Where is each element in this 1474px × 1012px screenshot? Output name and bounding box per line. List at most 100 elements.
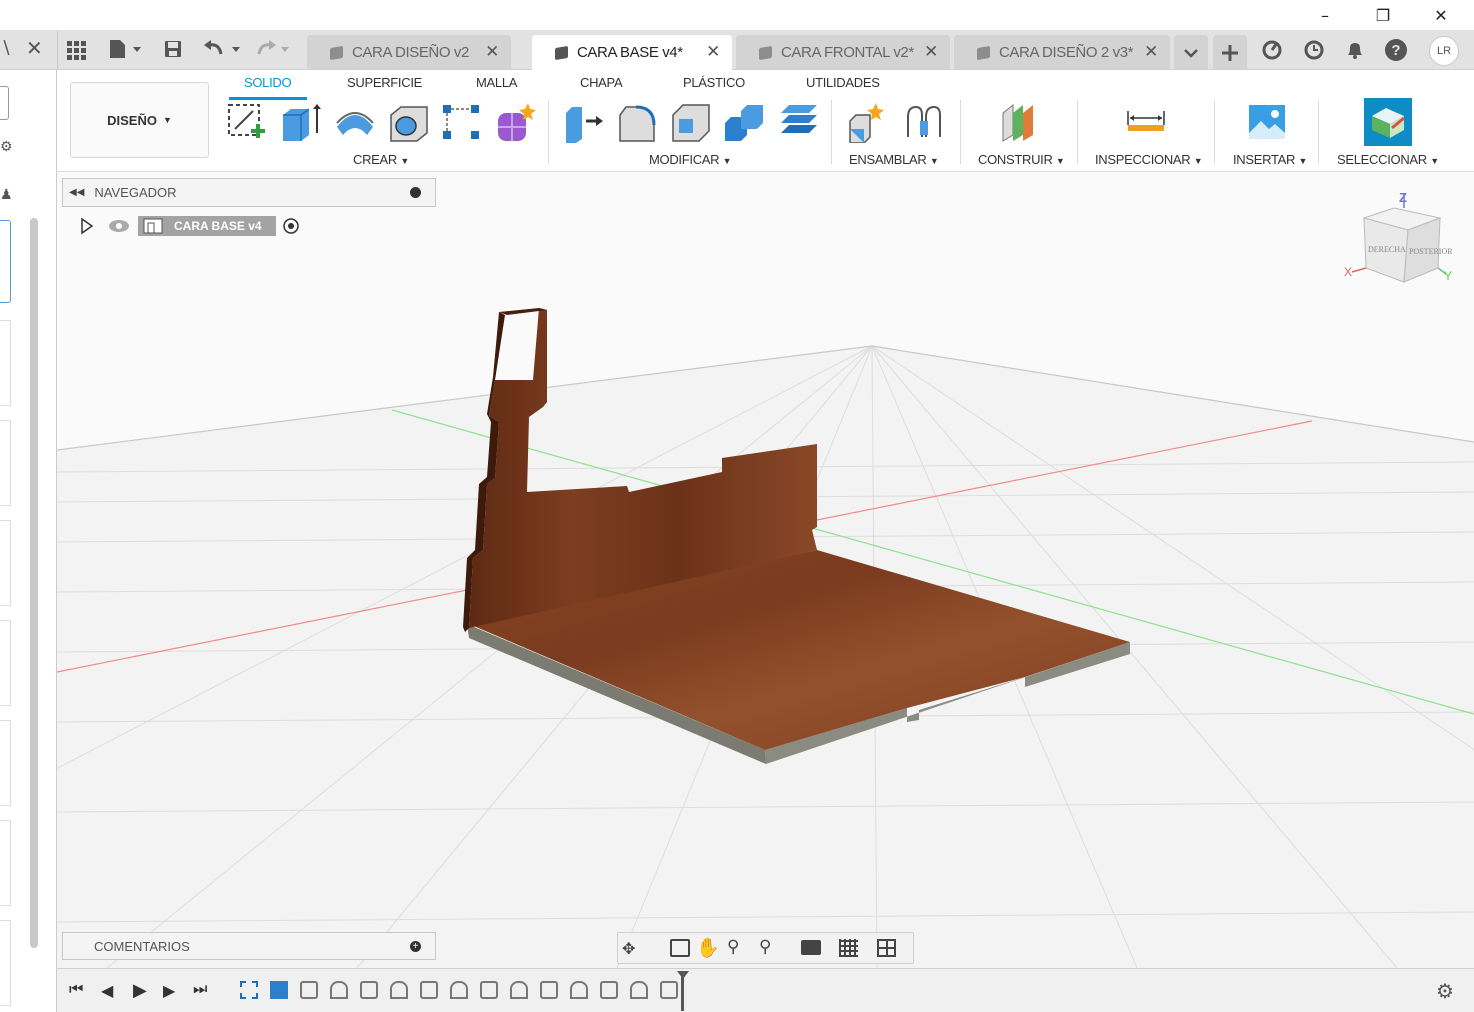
tab-malla[interactable]: MALLA — [476, 75, 517, 90]
tab-cara-diseno-v2[interactable]: CARA DISEÑO v2 ✕ — [307, 35, 511, 70]
group-select[interactable]: SELECCIONAR ▼ — [1337, 152, 1439, 167]
fit-zoom-icon[interactable]: ⚲ — [759, 937, 771, 957]
close-icon[interactable]: ✕ — [706, 42, 720, 62]
panel-item[interactable] — [0, 320, 11, 406]
tab-cara-diseno-2-v3[interactable]: CARA DISEÑO 2 v3* ✕ — [954, 35, 1170, 70]
timeline-marker-handle[interactable] — [677, 971, 689, 979]
group-modify[interactable]: MODIFICAR ▼ — [649, 152, 731, 167]
hole-icon[interactable] — [387, 101, 431, 143]
timeline-feature-icon[interactable] — [360, 981, 378, 999]
look-at-icon[interactable] — [670, 939, 690, 957]
step-back-icon[interactable]: ◀ — [101, 981, 113, 1001]
panel-handle[interactable] — [0, 86, 9, 120]
create-form-icon[interactable] — [494, 101, 538, 143]
timeline-extrude-icon[interactable] — [270, 981, 288, 999]
browser-root-node[interactable]: CARA BASE v4 — [80, 213, 300, 239]
file-icon[interactable] — [107, 38, 143, 60]
timeline-joint-icon[interactable] — [570, 981, 588, 999]
tab-chapa[interactable]: CHAPA — [580, 75, 623, 90]
timeline-feature-icon[interactable] — [300, 981, 318, 999]
shell-icon[interactable] — [669, 101, 713, 143]
timeline-joint-icon[interactable] — [450, 981, 468, 999]
group-assemble[interactable]: ENSAMBLAR ▼ — [849, 152, 939, 167]
activate-radio-icon[interactable] — [282, 217, 300, 235]
minimize-icon[interactable]: – — [1302, 0, 1348, 30]
timeline-feature-icon[interactable] — [420, 981, 438, 999]
close-icon[interactable]: ✕ — [1144, 42, 1158, 62]
tab-overflow-button[interactable] — [1174, 35, 1208, 70]
restore-icon[interactable]: ❐ — [1360, 0, 1406, 30]
undo-icon[interactable] — [203, 39, 243, 59]
workspace-switcher[interactable]: DISEÑO ▼ — [70, 82, 209, 158]
tab-solido[interactable]: SOLIDO — [244, 75, 292, 90]
view-cube[interactable]: Z X Y DERECHA POSTERIOR — [1342, 190, 1452, 290]
people-icon[interactable]: ♟ — [0, 186, 13, 203]
timeline-feature-icon[interactable] — [660, 981, 678, 999]
gear-icon[interactable]: ⚙ — [1436, 979, 1454, 1004]
bell-icon[interactable] — [1344, 39, 1366, 61]
grid-settings-icon[interactable] — [839, 939, 858, 957]
panel-item[interactable] — [0, 420, 11, 506]
add-comment-icon[interactable]: + — [410, 940, 421, 952]
timeline-feature-icon[interactable] — [540, 981, 558, 999]
pan-hand-icon[interactable]: ✋ — [696, 936, 720, 960]
new-tab-button[interactable] — [1213, 35, 1247, 70]
tab-cara-base-v4[interactable]: CARA BASE v4* ✕ — [532, 35, 732, 70]
scrollbar[interactable] — [30, 218, 38, 948]
go-to-end-icon[interactable]: ⏭ — [193, 981, 207, 999]
tab-plastico[interactable]: PLÁSTICO — [683, 75, 745, 90]
grid-icon[interactable] — [66, 40, 86, 60]
collapse-left-icon[interactable]: ◀◀ — [69, 187, 84, 198]
minimize-panel-icon[interactable] — [410, 187, 421, 198]
expand-triangle-icon[interactable] — [80, 217, 94, 235]
new-component-icon[interactable] — [846, 101, 890, 143]
select-icon[interactable] — [1364, 98, 1412, 146]
close-window-icon[interactable]: ✕ — [1418, 0, 1464, 30]
clock-icon[interactable] — [1303, 39, 1325, 61]
timeline-joint-icon[interactable] — [630, 981, 648, 999]
close-panel-icon[interactable]: ✕ — [26, 36, 43, 60]
timeline-joint-icon[interactable] — [330, 981, 348, 999]
create-sketch-icon[interactable] — [225, 101, 269, 143]
extrude-icon[interactable] — [279, 101, 323, 143]
display-settings-icon[interactable] — [801, 940, 821, 955]
fillet-icon[interactable] — [616, 101, 660, 143]
redo-icon[interactable] — [253, 39, 293, 59]
group-construct[interactable]: CONSTRUIR ▼ — [978, 152, 1065, 167]
extensions-icon[interactable] — [1261, 39, 1283, 61]
visibility-eye-icon[interactable] — [108, 219, 130, 233]
user-avatar[interactable]: LR — [1429, 36, 1459, 66]
timeline-feature-icon[interactable] — [600, 981, 618, 999]
tab-utilidades[interactable]: UTILIDADES — [806, 75, 880, 90]
browser-panel-header[interactable]: ◀◀ NAVEGADOR — [62, 178, 436, 207]
help-icon[interactable]: ? — [1385, 39, 1407, 61]
orbit-icon[interactable]: ✥ — [622, 939, 635, 959]
panel-item[interactable] — [0, 220, 11, 303]
insert-image-icon[interactable] — [1245, 101, 1289, 143]
play-icon[interactable]: ▶ — [133, 980, 147, 1001]
panel-item[interactable] — [0, 920, 11, 1006]
tab-superficie[interactable]: SUPERFICIE — [347, 75, 422, 90]
close-icon[interactable]: ✕ — [485, 42, 499, 62]
save-icon[interactable] — [163, 39, 185, 59]
joint-icon[interactable] — [902, 101, 946, 143]
group-create[interactable]: CREAR ▼ — [353, 152, 409, 167]
measure-icon[interactable] — [1124, 101, 1168, 143]
pattern-icon[interactable] — [439, 101, 483, 143]
step-forward-icon[interactable]: ▶ — [163, 981, 175, 1001]
combine-icon[interactable] — [723, 101, 767, 143]
zoom-icon[interactable]: ⚲ — [727, 937, 739, 957]
timeline-sketch-icon[interactable] — [240, 981, 258, 999]
close-icon[interactable]: ✕ — [924, 42, 938, 62]
group-inspect[interactable]: INSPECCIONAR ▼ — [1095, 152, 1203, 167]
comments-panel[interactable]: COMENTARIOS + — [62, 932, 436, 960]
panel-item[interactable] — [0, 620, 11, 706]
viewports-icon[interactable] — [877, 939, 896, 957]
press-pull-icon[interactable] — [562, 101, 606, 143]
revolve-icon[interactable] — [333, 101, 377, 143]
offset-plane-icon[interactable] — [997, 101, 1041, 143]
go-to-start-icon[interactable]: ⏮ — [69, 981, 83, 999]
group-insert[interactable]: INSERTAR ▼ — [1233, 152, 1307, 167]
search-icon[interactable]: ∖ — [0, 38, 11, 59]
gear-icon[interactable]: ⚙ — [0, 138, 13, 155]
